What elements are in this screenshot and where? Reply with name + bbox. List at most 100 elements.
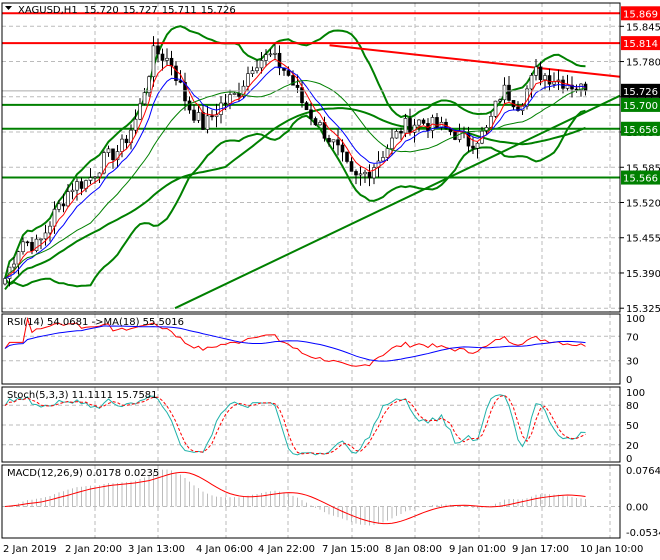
indicator-panels [4, 316, 586, 526]
candle [228, 94, 232, 104]
candle [475, 142, 480, 149]
candle [246, 73, 250, 87]
candle [295, 84, 300, 88]
current-price-label: 15.726 [623, 87, 658, 98]
macd-signal-line [4, 471, 586, 525]
rsi-label: RSI(14) 54.0681 ->MA(18) 55.5016 [7, 317, 184, 328]
candle [120, 138, 124, 152]
candle [349, 161, 354, 172]
dropdown-triangle-icon[interactable] [5, 6, 12, 10]
ma-mid [4, 66, 586, 279]
rsi-ma-line [4, 325, 586, 362]
candle [331, 139, 336, 143]
time-label: 2 Jan 2019 [3, 544, 57, 555]
symbol-header: XAGUSD,H1 15.720 15.727 15.711 15.726 [18, 5, 236, 16]
macd-tick-label: 0.0764 [626, 466, 660, 477]
candle [223, 102, 228, 105]
candle [399, 131, 403, 134]
bollinger-lower [4, 109, 586, 288]
candle [457, 131, 462, 140]
candle [187, 100, 192, 111]
candle [300, 87, 304, 103]
candle [3, 278, 7, 285]
candle [25, 241, 30, 244]
candle [403, 118, 408, 134]
candle [538, 66, 543, 81]
stoch-signal-line [4, 394, 586, 455]
candle [232, 93, 237, 95]
candle [133, 118, 138, 131]
macd-tick-label: -0.0534 [626, 528, 660, 539]
candle [394, 131, 399, 139]
time-label: 10 Jan 10:00 [580, 544, 643, 555]
stoch-tick-label: 100 [626, 388, 645, 399]
candle [363, 171, 367, 175]
candle [79, 181, 84, 189]
candle [160, 53, 165, 61]
macd-tick-label: 0.00 [626, 502, 648, 513]
candle [493, 100, 498, 117]
candle [471, 145, 475, 149]
candle [43, 232, 48, 240]
price-tick-label: 15.390 [626, 269, 660, 280]
price-tick-label: 15.520 [626, 198, 660, 209]
candle [529, 75, 534, 90]
candle [534, 66, 538, 76]
time-label: 4 Jan 06:00 [196, 544, 253, 555]
candle [547, 75, 552, 85]
candle [286, 70, 291, 76]
candle [142, 92, 147, 105]
price-tick-label: 15.845 [626, 22, 660, 33]
candle [327, 138, 331, 143]
ma-slow [4, 107, 586, 291]
trendline [174, 94, 621, 310]
candle [192, 109, 196, 121]
candle [381, 157, 385, 162]
candle [12, 263, 16, 268]
candle [165, 57, 169, 61]
candle [345, 151, 349, 162]
candle [417, 119, 421, 126]
candle [106, 148, 111, 153]
candle [358, 173, 363, 176]
time-label: 2 Jan 20:00 [65, 544, 122, 555]
candle [502, 84, 507, 101]
rsi-tick-label: 0 [626, 375, 632, 386]
candle [48, 225, 52, 234]
time-label: 7 Jan 15:00 [322, 544, 379, 555]
candle [268, 53, 273, 56]
candle [61, 203, 66, 207]
candle [147, 76, 151, 93]
stoch-tick-label: 0 [626, 454, 632, 465]
time-label: 9 Jan 17:00 [512, 544, 569, 555]
chart-canvas[interactable]: 2 Jan 2019 2 Jan 20:00 3 Jan 13:00 4 Jan 06… [0, 0, 660, 560]
candle [273, 52, 277, 55]
candle [156, 45, 160, 55]
stoch-tick-label: 50 [626, 421, 639, 432]
rsi-tick-label: 30 [626, 357, 639, 368]
candle [354, 171, 358, 176]
chart-window[interactable]: 2 Jan 2019 2 Jan 20:00 3 Jan 13:00 4 Jan 06… [0, 0, 660, 560]
macd-label: MACD(12,26,9) 0.0178 0.0235 [7, 468, 159, 479]
candle [340, 144, 345, 153]
time-label: 3 Jan 13:00 [128, 544, 185, 555]
price-tick-label: 15.780 [626, 58, 660, 69]
candle [313, 118, 318, 126]
candle [21, 241, 25, 252]
time-label: 4 Jan 22:00 [258, 544, 315, 555]
candle [210, 115, 214, 118]
candle [57, 203, 61, 210]
candle [507, 84, 511, 101]
time-label: 9 Jan 01:00 [449, 544, 506, 555]
candle [138, 103, 142, 120]
candle [39, 238, 43, 241]
candle [52, 208, 57, 227]
candle [498, 99, 502, 102]
candle [250, 70, 255, 75]
candle [205, 115, 210, 130]
stoch-tick-label: 20 [626, 441, 639, 452]
candle [390, 137, 394, 149]
level-label: 15.656 [623, 125, 658, 136]
candle [367, 171, 372, 179]
candle [336, 139, 340, 146]
